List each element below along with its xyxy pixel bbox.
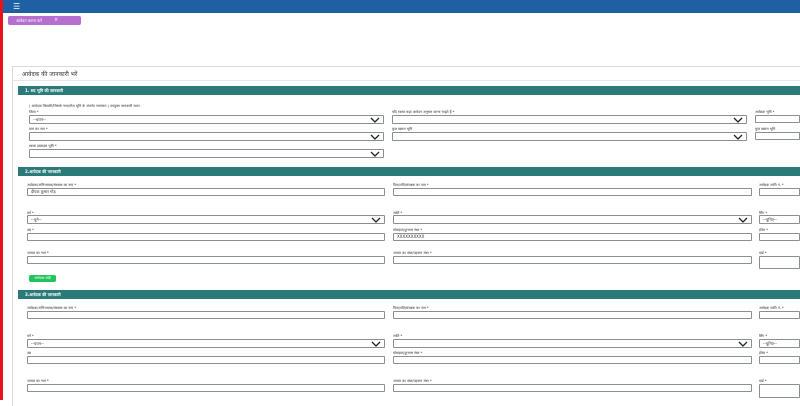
gender-value: --चुने--: [31, 217, 42, 222]
applicant-name-input-2[interactable]: [27, 311, 385, 319]
email-input-2[interactable]: [759, 356, 800, 364]
apply-tab-label: आवेदन करना करें: [16, 18, 42, 23]
dob-select[interactable]: --चुनिए--: [759, 215, 800, 224]
total-area-input[interactable]: [755, 132, 800, 140]
age-input[interactable]: [27, 233, 385, 241]
chevron-down-icon: [738, 217, 748, 223]
aadhaar-name-input[interactable]: [27, 256, 385, 264]
district-value: --चयन--: [33, 117, 46, 122]
dob-select-2[interactable]: --चुनिए--: [759, 339, 800, 348]
add-applicant-button[interactable]: आवेदक जोड़ें: [29, 275, 56, 282]
mobile-input[interactable]: XXXXXXXXXX: [393, 233, 752, 241]
aadhaar-number-input-2[interactable]: [393, 384, 752, 392]
tehsil-select[interactable]: [392, 115, 747, 124]
chevron-down-icon: [370, 134, 380, 140]
email-input[interactable]: [759, 233, 800, 241]
caste-input-2[interactable]: [759, 311, 800, 319]
land-note: ( आवेदक जिसकी/जिसके नाम/मौज भूमि के अंतर…: [29, 104, 140, 108]
gender-select-2[interactable]: --चयन--: [27, 339, 385, 348]
chevron-down-icon: [733, 134, 743, 140]
village-select[interactable]: [29, 132, 384, 141]
chevron-down-icon: [738, 341, 748, 347]
gender-select[interactable]: --चुने--: [27, 215, 385, 224]
category-select[interactable]: [393, 215, 752, 224]
khasra-select[interactable]: [392, 132, 747, 141]
divider: [12, 80, 800, 81]
applicant-name-value: दीपक कुमार गोड़: [31, 189, 56, 194]
section-header-applicant: 2.आवेदक की जानकारी: [18, 167, 800, 176]
land-input[interactable]: [755, 115, 800, 123]
dob-value: --चुनिए--: [763, 217, 777, 222]
father-name-input-2[interactable]: [393, 311, 752, 319]
category-select-2[interactable]: [393, 339, 752, 348]
chevron-down-icon: [370, 117, 380, 123]
chevron-down-icon: [370, 151, 380, 157]
aadhaar-name-input-2[interactable]: [27, 384, 385, 392]
ward-input[interactable]: [759, 256, 800, 269]
chevron-down-icon: [371, 217, 381, 223]
gender-value-2: --चयन--: [31, 341, 44, 346]
district-select[interactable]: --चयन--: [29, 115, 384, 124]
ward-input-2[interactable]: [759, 384, 800, 398]
mobile-input-2[interactable]: [393, 356, 752, 364]
section-header-land: 1. सद भूमि की जानकारी: [18, 86, 800, 95]
dob-value-2: --चुनिए--: [763, 341, 777, 346]
apply-tab-chip[interactable]: आवेदन करना करें ×: [8, 16, 81, 25]
page-title: आवेदक की जानकारी भरें: [22, 71, 78, 78]
aadhaar-number-input[interactable]: [393, 256, 752, 264]
mobile-value: XXXXXXXXXX: [397, 234, 425, 239]
close-icon[interactable]: ×: [54, 16, 58, 25]
age-input-2[interactable]: [27, 356, 385, 364]
section-header-applicant-2: 3.आवेदक की जानकारी: [18, 290, 800, 299]
hamburger-icon[interactable]: ☰: [13, 2, 20, 11]
mapped-select[interactable]: [29, 149, 384, 158]
left-accent-bar: [0, 0, 3, 400]
chevron-down-icon: [371, 341, 381, 347]
applicant-name-input[interactable]: दीपक कुमार गोड़: [27, 188, 385, 196]
chevron-down-icon: [733, 117, 743, 123]
caste-input[interactable]: [759, 188, 800, 196]
father-name-input[interactable]: [393, 188, 752, 196]
top-nav-bar: ☰: [3, 0, 800, 13]
